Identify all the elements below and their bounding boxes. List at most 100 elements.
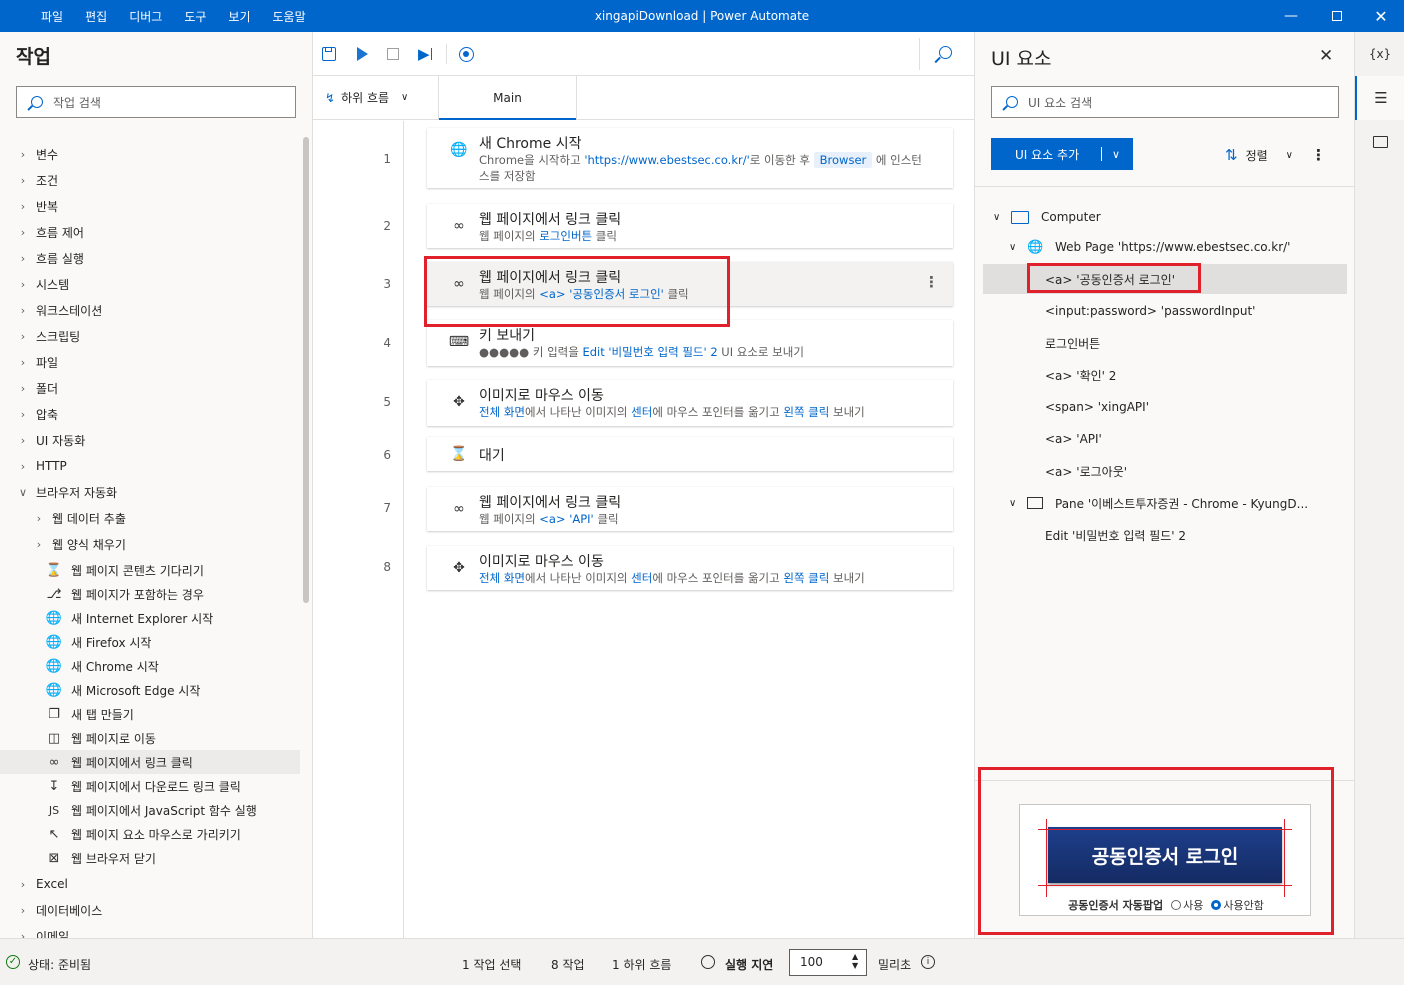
chevron-down-icon[interactable]: ∨ — [1102, 148, 1120, 161]
flow-step[interactable]: 🌐 새 Chrome 시작 Chrome을 시작하고 'https://www.eb… — [427, 128, 953, 188]
info-icon[interactable]: i — [921, 955, 935, 969]
tree-node-element[interactable]: <span> 'xingAPI' — [983, 392, 1347, 422]
step-link[interactable]: 전체 화면 — [479, 571, 525, 585]
flow-step[interactable]: ✥ 이미지로 마우스 이동 전체 화면에서 나타난 이미지의 센터에 마우스 포인터… — [427, 546, 953, 590]
action-item[interactable]: ⎇ 웹 페이지가 포함하는 경우 — [0, 582, 300, 606]
tree-node-element[interactable]: <a> '확인' 2 — [983, 360, 1347, 390]
actions-search-input[interactable]: 작업 검색 — [16, 86, 296, 118]
category-item[interactable]: › Excel — [0, 872, 300, 896]
ui-elements-icon[interactable]: ☰ — [1355, 76, 1404, 120]
record-icon[interactable] — [456, 44, 476, 64]
category-item[interactable]: › 조건 — [0, 168, 300, 192]
tree-node-pane[interactable]: ∨ Pane '이베스트투자증권 - Chrome - KyungD... — [983, 488, 1347, 518]
actions-scrollbar[interactable] — [303, 137, 309, 603]
tree-node-element[interactable]: <a> '로그아웃' — [983, 456, 1347, 486]
category-item[interactable]: › 워크스테이션 — [0, 298, 300, 322]
category-item[interactable]: › 변수 — [0, 142, 300, 166]
step-link[interactable]: <a> 'API' — [539, 512, 594, 526]
delay-input[interactable]: 100 ▲ ▼ — [789, 949, 867, 976]
close-box-icon: ⊠ — [48, 850, 60, 866]
maximize-icon[interactable] — [1314, 0, 1360, 32]
mouse-move-icon: ✥ — [453, 560, 465, 576]
action-item[interactable]: ⊠ 웹 브라우저 닫기 — [0, 846, 300, 870]
step-link[interactable]: 로그인버튼 — [539, 229, 592, 243]
flow-step[interactable]: ⌛ 대기 — [427, 437, 953, 471]
step-link[interactable]: 'https://www.ebestsec.co.kr/' — [584, 153, 749, 167]
images-icon[interactable] — [1355, 120, 1404, 164]
tree-node-computer[interactable]: ∨ Computer — [983, 202, 1347, 232]
status-ok-icon: ✓ — [6, 955, 20, 969]
actions-title: 작업 — [16, 46, 51, 68]
step-link[interactable]: 전체 화면 — [479, 405, 525, 419]
subcategory-item[interactable]: › 웹 데이터 추출 — [0, 506, 300, 530]
minimize-icon[interactable]: — — [1268, 0, 1314, 32]
flow-step[interactable]: ✥ 이미지로 마우스 이동 전체 화면에서 나타난 이미지의 센터에 마우스 포인터… — [427, 380, 953, 426]
category-item[interactable]: › UI 자동화 — [0, 428, 300, 452]
action-item[interactable]: JS 웹 페이지에서 JavaScript 함수 실행 — [0, 798, 300, 822]
step-link[interactable]: 센터 — [631, 405, 652, 419]
tree-node-element[interactable]: 로그인버튼 — [983, 328, 1347, 358]
action-label: 웹 페이지에서 JavaScript 함수 실행 — [71, 803, 257, 818]
more-options-icon[interactable]: ⋮ — [1311, 146, 1326, 164]
more-options-icon[interactable]: ⋮ — [924, 273, 939, 291]
action-item[interactable]: ↧ 웹 페이지에서 다운로드 링크 클릭 — [0, 774, 300, 798]
subflows-dropdown[interactable]: ↯ 하위 흐름 ∨ — [325, 89, 408, 106]
category-item[interactable]: › 흐름 제어 — [0, 220, 300, 244]
category-item[interactable]: › 압축 — [0, 402, 300, 426]
variable-chip[interactable]: Browser — [813, 152, 873, 168]
close-icon[interactable]: ✕ — [1319, 46, 1333, 66]
stop-icon[interactable] — [383, 44, 403, 64]
actions-count: 8 작업 — [551, 958, 585, 972]
subcategory-item[interactable]: › 웹 양식 채우기 — [0, 532, 300, 556]
close-window-icon[interactable]: ✕ — [1358, 0, 1404, 32]
sort-icon: ⇅ — [1225, 146, 1238, 164]
action-item[interactable]: ◫ 웹 페이지로 이동 — [0, 726, 300, 750]
category-item[interactable]: › 폴더 — [0, 376, 300, 400]
tree-node-element[interactable]: <input:password> 'passwordInput' — [983, 296, 1347, 326]
step-link[interactable]: 왼쪽 클릭 — [783, 405, 829, 419]
category-item[interactable]: › 시스템 — [0, 272, 300, 296]
action-item[interactable]: ∞ 웹 페이지에서 링크 클릭 — [0, 750, 300, 774]
category-item[interactable]: › 반복 — [0, 194, 300, 218]
action-item[interactable]: 🌐 새 Firefox 시작 — [0, 630, 300, 654]
action-item[interactable]: 🌐 새 Microsoft Edge 시작 — [0, 678, 300, 702]
category-item[interactable]: › 데이터베이스 — [0, 898, 300, 922]
tree-node-webpage[interactable]: ∨ 🌐 Web Page 'https://www.ebestsec.co.kr/' — [983, 232, 1347, 262]
stepper-icon[interactable]: ▲ ▼ — [852, 952, 858, 970]
search-icon[interactable] — [933, 44, 953, 64]
tree-node-label: Edit '비밀번호 입력 필드' 2 — [1045, 528, 1187, 543]
step-link[interactable]: 왼쪽 클릭 — [783, 571, 829, 585]
category-item[interactable]: › 스크립팅 — [0, 324, 300, 348]
category-item[interactable]: › 이메일 — [0, 924, 300, 939]
chevron-down-icon: ∨ — [18, 485, 28, 499]
category-item[interactable]: › 흐름 실행 — [0, 246, 300, 270]
tree-node-element[interactable]: <a> 'API' — [983, 424, 1347, 454]
run-next-icon[interactable]: ▶‍ — [415, 44, 435, 64]
save-icon[interactable] — [319, 44, 339, 64]
action-item[interactable]: 🌐 새 Chrome 시작 — [0, 654, 300, 678]
category-item[interactable]: › HTTP — [0, 454, 300, 478]
line-number: 5 — [383, 395, 391, 409]
tab-main[interactable]: Main — [438, 76, 577, 120]
action-item[interactable]: 🌐 새 Internet Explorer 시작 — [0, 606, 300, 630]
step-link[interactable]: 센터 — [631, 571, 652, 585]
flow-step[interactable]: ∞ 웹 페이지에서 링크 클릭 웹 페이지의 로그인버튼 클릭 — [427, 204, 953, 248]
category-item[interactable]: ∨ 브라우저 자동화 — [0, 480, 300, 504]
action-item[interactable]: ❐ 새 탭 만들기 — [0, 702, 300, 726]
selected-count: 1 작업 선택 — [462, 958, 522, 972]
action-item[interactable]: ⌛ 웹 페이지 콘텐츠 기다리기 — [0, 558, 300, 582]
category-item[interactable]: › 파일 — [0, 350, 300, 374]
flow-step[interactable]: ∞ 웹 페이지에서 링크 클릭 웹 페이지의 <a> 'API' 클릭 — [427, 487, 953, 531]
step-link[interactable]: Edit '비밀번호 입력 필드' 2 — [582, 345, 717, 359]
variables-icon[interactable]: {x} — [1355, 32, 1404, 76]
sort-dropdown[interactable]: ⇅ 정렬 ∨ ⋮ — [1225, 146, 1326, 164]
add-ui-element-button[interactable]: UI 요소 추가 ∨ — [991, 138, 1133, 170]
step-text: 에 마우스 포인터를 옮기고 — [652, 571, 784, 585]
tree-node-element[interactable]: Edit '비밀번호 입력 필드' 2 — [983, 520, 1347, 550]
ui-elements-search-input[interactable]: UI 요소 검색 — [991, 86, 1339, 118]
run-icon[interactable] — [352, 44, 372, 64]
step-title: 웹 페이지에서 링크 클릭 — [479, 212, 622, 228]
action-item[interactable]: ↖ 웹 페이지 요소 마우스로 가리키기 — [0, 822, 300, 846]
line-number: 2 — [383, 219, 391, 233]
hourglass-icon: ⌛ — [450, 446, 468, 462]
